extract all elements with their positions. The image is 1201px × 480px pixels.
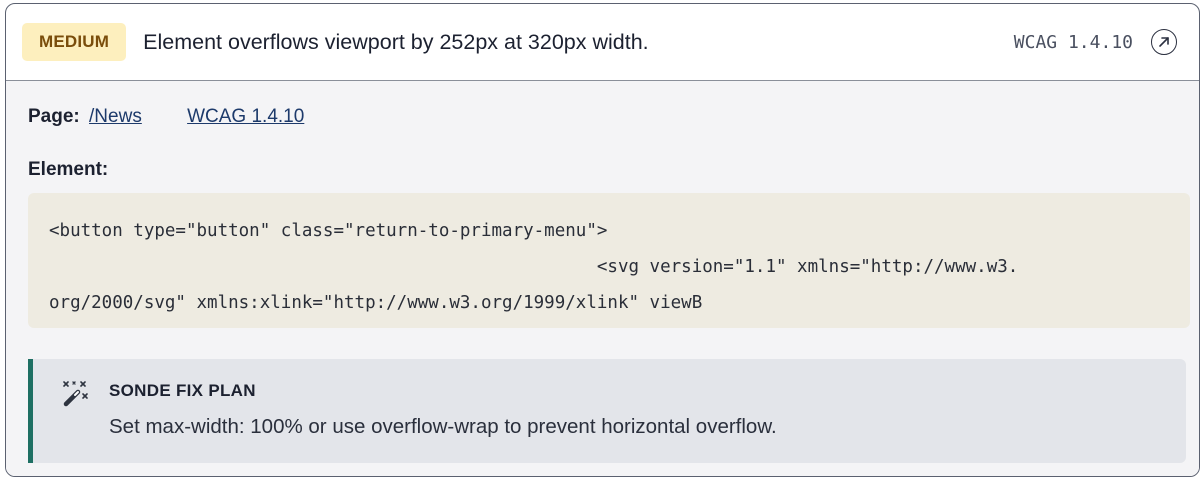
page-label: Page:	[28, 106, 80, 127]
wcag-criterion: WCAG 1.4.10	[1013, 31, 1133, 53]
element-label: Element:	[28, 159, 109, 180]
arrow-up-right-icon	[1159, 37, 1169, 47]
external-link-icon[interactable]	[1151, 29, 1177, 55]
fix-plan-panel: SONDE FIX PLAN Set max-width: 100% or us…	[28, 359, 1186, 463]
issue-body: Page: /News WCAG 1.4.10 Element: <button…	[6, 81, 1199, 476]
wcag-link[interactable]: WCAG 1.4.10	[187, 106, 304, 127]
page-row: Page: /News WCAG 1.4.10	[28, 106, 304, 128]
page-link[interactable]: /News	[89, 106, 142, 127]
issue-card: MEDIUM Element overflows viewport by 252…	[5, 3, 1200, 477]
magic-wand-icon	[58, 378, 92, 412]
issue-title: Element overflows viewport by 252px at 3…	[143, 29, 649, 54]
severity-badge: MEDIUM	[22, 23, 127, 61]
element-code-block: <button type="button" class="return-to-p…	[28, 193, 1190, 328]
fix-plan-title: SONDE FIX PLAN	[109, 381, 256, 400]
issue-header[interactable]: MEDIUM Element overflows viewport by 252…	[6, 4, 1199, 81]
fix-plan-text: Set max-width: 100% or use overflow-wrap…	[109, 415, 777, 438]
